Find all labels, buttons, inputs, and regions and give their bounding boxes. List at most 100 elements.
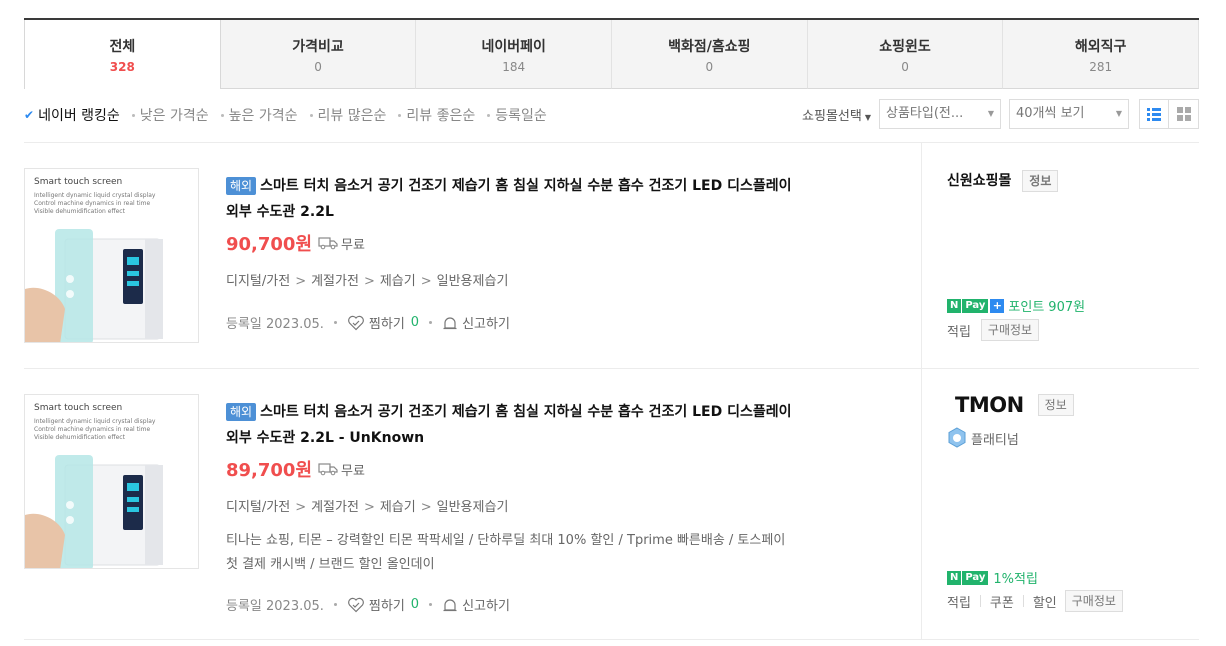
bullet-icon <box>131 113 135 117</box>
bullet-icon <box>309 113 313 117</box>
coupon-link[interactable]: 쿠폰 <box>990 592 1014 611</box>
sort-label: 등록일순 <box>495 108 547 124</box>
category-path: 디지털/가전 > 계절가전 > 제습기 > 일반용제습기 <box>226 496 906 515</box>
view-controls: 쇼핑몰선택 ▼ 상품타입(전... ▼ 40개씩 보기 ▼ <box>802 99 1199 129</box>
category-link[interactable]: 제습기 <box>380 274 416 289</box>
category-link[interactable]: 디지털/가전 <box>226 274 290 289</box>
product-title[interactable]: 해외 스마트 터치 음소거 공기 건조기 제습기 홈 침실 지하실 수분 흡수 건… <box>226 173 906 225</box>
product-info: 해외 스마트 터치 음소거 공기 건조기 제습기 홈 침실 지하실 수분 흡수 건… <box>226 173 906 332</box>
tab-shopping-window[interactable]: 쇼핑윈도 0 <box>807 20 1004 89</box>
list-view-icon <box>1147 107 1161 121</box>
product-title-text: 스마트 터치 음소거 공기 건조기 제습기 홈 침실 지하실 수분 흡수 건조기… <box>260 404 792 420</box>
tab-count: 184 <box>502 60 526 74</box>
product-item: Smart touch screen Intelligent dynamic l… <box>24 369 1199 640</box>
overseas-badge: 해외 <box>226 177 257 195</box>
category-link[interactable]: 일반용제습기 <box>437 500 509 515</box>
mall-info-button[interactable]: 정보 <box>1022 170 1059 192</box>
product-title-text: 외부 수도관 2.2L <box>226 204 334 220</box>
divider <box>979 595 981 607</box>
product-info: 해외 스마트 터치 음소거 공기 건조기 제습기 홈 침실 지하실 수분 흡수 건… <box>226 399 906 614</box>
purchase-info-button[interactable]: 구매정보 <box>1064 590 1123 612</box>
discount-link[interactable]: 할인 <box>1033 592 1057 611</box>
tab-overseas[interactable]: 해외직구 281 <box>1003 20 1200 89</box>
category-link[interactable]: 제습기 <box>380 500 416 515</box>
mall-select-button[interactable]: 쇼핑몰선택 ▼ <box>802 105 871 124</box>
report-label: 신고하기 <box>462 599 510 614</box>
tab-count: 281 <box>1089 60 1113 74</box>
tab-label: 해외직구 <box>1074 39 1127 55</box>
sort-most-reviews[interactable]: 리뷰 많은순 <box>309 105 387 125</box>
platinum-badge-icon <box>948 427 966 448</box>
product-type-value: 상품타입(전... <box>886 106 964 121</box>
category-link[interactable]: 디지털/가전 <box>226 500 290 515</box>
tab-price-compare[interactable]: 가격비교 0 <box>220 20 417 89</box>
category-link[interactable]: 일반용제습기 <box>437 274 509 289</box>
purchase-info-button[interactable]: 구매정보 <box>980 319 1040 341</box>
sort-naver-ranking[interactable]: ✔ 네이버 랭킹순 <box>24 105 120 125</box>
shipping-fee: 무료 <box>341 463 365 479</box>
per-page-select[interactable]: 40개씩 보기 ▼ <box>1009 99 1129 129</box>
chevron-right-icon: > <box>363 500 375 515</box>
product-thumbnail[interactable]: Smart touch screen Intelligent dynamic l… <box>24 394 199 569</box>
tmon-logo[interactable]: TMON <box>955 393 1024 417</box>
chevron-right-icon: > <box>363 274 375 289</box>
sort-label: 낮은 가격순 <box>139 108 209 124</box>
heart-icon <box>347 597 364 612</box>
tab-count: 0 <box>705 60 714 74</box>
sort-high-price[interactable]: 높은 가격순 <box>220 105 298 125</box>
product-thumbnail[interactable]: Smart touch screen Intelligent dynamic l… <box>24 168 199 343</box>
tab-label: 가격비교 <box>292 39 344 55</box>
caret-down-icon: ▼ <box>1115 109 1122 118</box>
sort-low-price[interactable]: 낮은 가격순 <box>131 105 209 125</box>
grid-view-button[interactable] <box>1169 99 1199 129</box>
tab-naver-pay[interactable]: 네이버페이 184 <box>416 20 613 89</box>
product-type-select[interactable]: 상품타입(전... ▼ <box>879 99 1001 129</box>
point-value: 907원 <box>1048 300 1086 315</box>
tab-department-store[interactable]: 백화점/홈쇼핑 0 <box>612 20 808 89</box>
wish-count: 0 <box>410 315 420 330</box>
wish-label: 찜하기 <box>368 599 405 614</box>
bullet-icon <box>487 113 491 117</box>
list-view-button[interactable] <box>1139 99 1169 129</box>
siren-icon <box>443 316 457 329</box>
accumulate-link[interactable]: 적립 <box>947 592 971 611</box>
report-button[interactable]: 신고하기 <box>442 595 510 614</box>
overseas-badge: 해외 <box>226 403 257 421</box>
sort-bar: ✔ 네이버 랭킹순 낮은 가격순 높은 가격순 리뷰 많은순 리뷰 좋은순 등록… <box>24 99 1199 143</box>
sort-label: 높은 가격순 <box>228 108 298 124</box>
grid-view-icon <box>1176 107 1191 121</box>
mall-header: TMON 정보 <box>955 393 1074 417</box>
product-title-text: 외부 수도관 2.2L - UnKnown <box>226 430 425 446</box>
pay-benefit-row: N Pay 1%적립 <box>947 568 1038 587</box>
price-row: 89,700원 무료 <box>226 456 906 482</box>
tab-all[interactable]: 전체 328 <box>24 20 221 89</box>
mall-info: 신원쇼핑몰 정보 N Pay + 포인트 907원 적립 구매정보 <box>921 143 1199 368</box>
wish-button[interactable]: 찜하기 0 <box>347 313 419 332</box>
tab-count: 0 <box>901 60 909 74</box>
mall-name[interactable]: 신원쇼핑몰 정보 <box>947 170 1059 192</box>
dehumidifier-image <box>25 455 163 568</box>
mall-info-button[interactable]: 정보 <box>1037 394 1074 416</box>
pay-label: Pay <box>962 298 989 313</box>
per-page-value: 40개씩 보기 <box>1016 106 1085 121</box>
product-title[interactable]: 해외 스마트 터치 음소거 공기 건조기 제습기 홈 침실 지하실 수분 흡수 건… <box>226 399 906 451</box>
report-button[interactable]: 신고하기 <box>442 313 510 332</box>
product-meta: 등록일 2023.05. 찜하기 0 신고하기 <box>226 595 906 614</box>
product-description: 티나는 쇼핑, 티몬 – 강력할인 티몬 팍팍세일 / 단하루딜 최대 10% … <box>226 529 906 577</box>
tab-label: 네이버페이 <box>481 39 546 55</box>
point-text: 포인트 <box>1008 300 1045 315</box>
grade-label: 플래티넘 <box>971 432 1019 448</box>
filter-tabs: 전체 328 가격비교 0 네이버페이 184 백화점/홈쇼핑 0 쇼핑윈도 0… <box>24 18 1200 89</box>
product-title-text: 스마트 터치 음소거 공기 건조기 제습기 홈 침실 지하실 수분 흡수 건조기… <box>260 178 792 194</box>
category-link[interactable]: 계절가전 <box>311 500 359 515</box>
naver-pay-icon: N Pay <box>947 570 989 585</box>
tab-label: 쇼핑윈도 <box>879 39 931 55</box>
category-link[interactable]: 계절가전 <box>311 274 359 289</box>
wish-button[interactable]: 찜하기 0 <box>347 595 419 614</box>
accumulate-link[interactable]: 적립 <box>947 321 971 340</box>
sort-label: 리뷰 많은순 <box>317 108 387 124</box>
sort-best-reviews[interactable]: 리뷰 좋은순 <box>398 105 475 125</box>
tab-count: 0 <box>314 60 322 74</box>
tab-label: 전체 <box>109 39 136 55</box>
sort-registration-date[interactable]: 등록일순 <box>487 105 547 125</box>
